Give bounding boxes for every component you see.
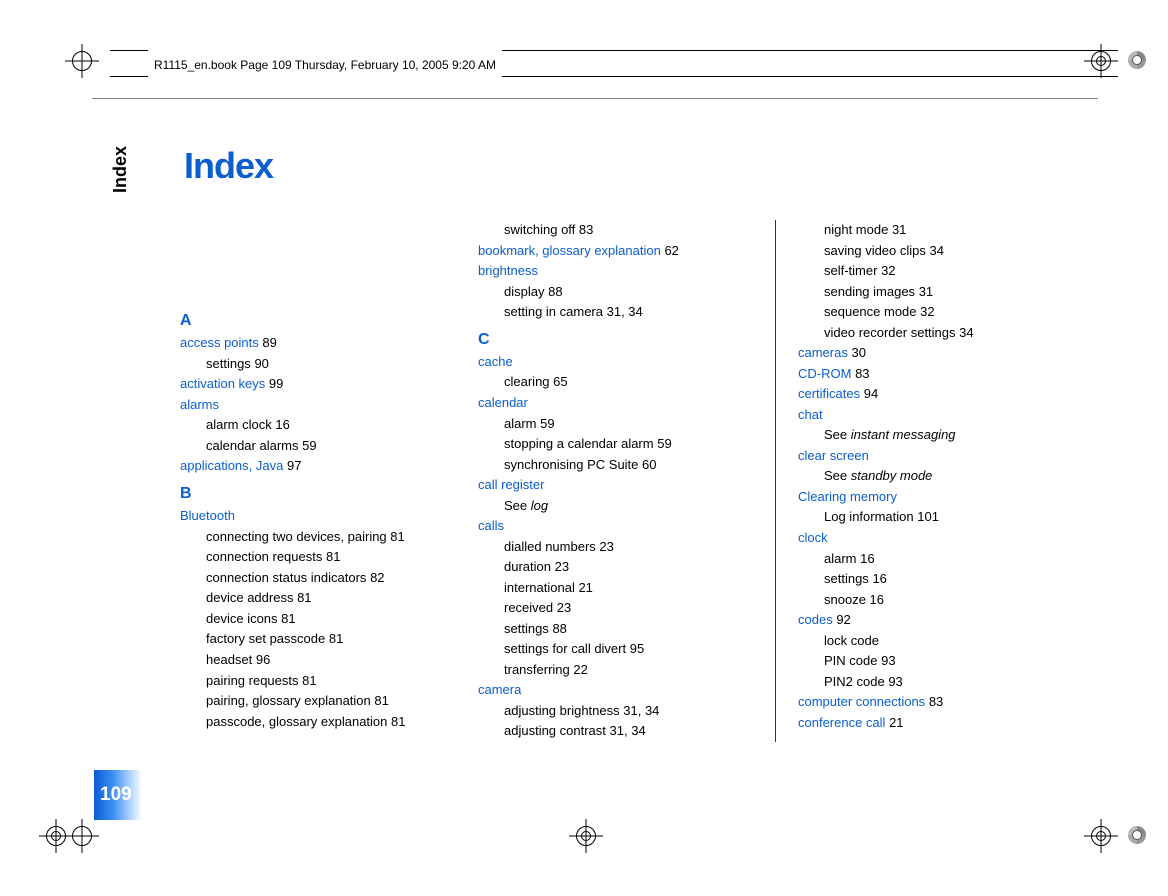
page-title: Index xyxy=(184,145,273,187)
index-subentry[interactable]: self-timer 32 xyxy=(798,261,1074,282)
index-subentry[interactable]: adjusting brightness 31, 34 xyxy=(478,701,753,722)
index-subentry[interactable]: factory set passcode 81 xyxy=(180,629,472,650)
index-subentry[interactable]: video recorder settings 34 xyxy=(798,323,1074,344)
page-imprint-text: R1115_en.book Page 109 Thursday, Februar… xyxy=(154,58,496,72)
index-subentry[interactable]: Log information 101 xyxy=(798,507,1074,528)
index-term[interactable]: activation keys 99 xyxy=(180,374,472,395)
index-term[interactable]: computer connections 83 xyxy=(798,692,1074,713)
index-subentry[interactable]: international 21 xyxy=(478,578,753,599)
index-letter: A xyxy=(180,308,472,333)
index-subentry[interactable]: pairing, glossary explanation 81 xyxy=(180,691,472,712)
index-term[interactable]: camera xyxy=(478,680,753,701)
index-subentry[interactable]: sending images 31 xyxy=(798,282,1074,303)
index-subentry[interactable]: device icons 81 xyxy=(180,609,472,630)
index-term[interactable]: chat xyxy=(798,405,1074,426)
index-subentry[interactable]: saving video clips 34 xyxy=(798,241,1074,262)
index-see-reference[interactable]: See log xyxy=(478,496,753,517)
index-subentry[interactable]: duration 23 xyxy=(478,557,753,578)
page-number: 109 xyxy=(100,784,132,806)
index-term[interactable]: applications, Java 97 xyxy=(180,456,472,477)
index-subentry[interactable]: display 88 xyxy=(478,282,753,303)
index-letter: B xyxy=(180,481,472,506)
index-see-reference[interactable]: See instant messaging xyxy=(798,425,1074,446)
index-term[interactable]: calendar xyxy=(478,393,753,414)
index-col-3: night mode 31 saving video clips 34 self… xyxy=(776,220,1074,742)
index-subentry[interactable]: adjusting contrast 31, 34 xyxy=(478,721,753,742)
page-imprint: R1115_en.book Page 109 Thursday, Februar… xyxy=(148,50,502,80)
index-term[interactable]: CD-ROM 83 xyxy=(798,364,1074,385)
index-see-reference[interactable]: See standby mode xyxy=(798,466,1074,487)
page-number-badge: 109 xyxy=(94,770,142,820)
index-subentry[interactable]: passcode, glossary explanation 81 xyxy=(180,712,472,733)
index-subentry[interactable]: calendar alarms 59 xyxy=(180,436,472,457)
index-subentry[interactable]: connection status indicators 82 xyxy=(180,568,472,589)
index-term[interactable]: codes 92 xyxy=(798,610,1074,631)
index-subentry[interactable]: alarm 16 xyxy=(798,549,1074,570)
section-running-head: Index xyxy=(110,146,131,193)
index-subentry[interactable]: lock code xyxy=(798,631,1074,652)
index-term[interactable]: cameras 30 xyxy=(798,343,1074,364)
index-term[interactable]: Clearing memory xyxy=(798,487,1074,508)
index-subentry[interactable]: connecting two devices, pairing 81 xyxy=(180,527,472,548)
index-subentry[interactable]: settings for call divert 95 xyxy=(478,639,753,660)
index-term[interactable]: certificates 94 xyxy=(798,384,1074,405)
index-term[interactable]: alarms xyxy=(180,395,472,416)
index-term[interactable]: calls xyxy=(478,516,753,537)
index-term[interactable]: access points 89 xyxy=(180,333,472,354)
index-subentry[interactable]: settings 90 xyxy=(180,354,472,375)
index-term[interactable]: brightness xyxy=(478,261,753,282)
index-subentry[interactable]: PIN code 93 xyxy=(798,651,1074,672)
index-subentry[interactable]: stopping a calendar alarm 59 xyxy=(478,434,753,455)
index-subentry[interactable]: PIN2 code 93 xyxy=(798,672,1074,693)
index-subentry[interactable]: received 23 xyxy=(478,598,753,619)
index-subentry[interactable]: night mode 31 xyxy=(798,220,1074,241)
index-subentry[interactable]: clearing 65 xyxy=(478,372,753,393)
index-col-1: A access points 89 settings 90 activatio… xyxy=(180,220,478,742)
registration-mark-icon xyxy=(65,44,99,78)
index-subentry[interactable]: setting in camera 31, 34 xyxy=(478,302,753,323)
index-subentry[interactable]: alarm clock 16 xyxy=(180,415,472,436)
index-col-2: switching off 83 bookmark, glossary expl… xyxy=(478,220,776,742)
index-subentry[interactable]: transferring 22 xyxy=(478,660,753,681)
index-term[interactable]: Bluetooth xyxy=(180,506,472,527)
index-subentry[interactable]: sequence mode 32 xyxy=(798,302,1074,323)
index-term[interactable]: clock xyxy=(798,528,1074,549)
color-registration-icon xyxy=(1128,826,1146,844)
index-subentry[interactable]: settings 88 xyxy=(478,619,753,640)
index-term[interactable]: clear screen xyxy=(798,446,1074,467)
index-subentry[interactable]: connection requests 81 xyxy=(180,547,472,568)
index-subentry[interactable]: synchronising PC Suite 60 xyxy=(478,455,753,476)
color-registration-icon xyxy=(1128,51,1146,69)
index-subentry[interactable]: settings 16 xyxy=(798,569,1074,590)
index-term[interactable]: bookmark, glossary explanation 62 xyxy=(478,241,753,262)
index-subentry[interactable]: device address 81 xyxy=(180,588,472,609)
index-letter: C xyxy=(478,327,753,352)
index-term[interactable]: call register xyxy=(478,475,753,496)
index-term[interactable]: conference call 21 xyxy=(798,713,1074,734)
index-subentry[interactable]: pairing requests 81 xyxy=(180,671,472,692)
index-subentry[interactable]: dialled numbers 23 xyxy=(478,537,753,558)
index-subentry[interactable]: switching off 83 xyxy=(478,220,753,241)
index-term[interactable]: cache xyxy=(478,352,753,373)
index-subentry[interactable]: headset 96 xyxy=(180,650,472,671)
index-subentry[interactable]: alarm 59 xyxy=(478,414,753,435)
index-columns: A access points 89 settings 90 activatio… xyxy=(180,220,1118,742)
index-subentry[interactable]: snooze 16 xyxy=(798,590,1074,611)
